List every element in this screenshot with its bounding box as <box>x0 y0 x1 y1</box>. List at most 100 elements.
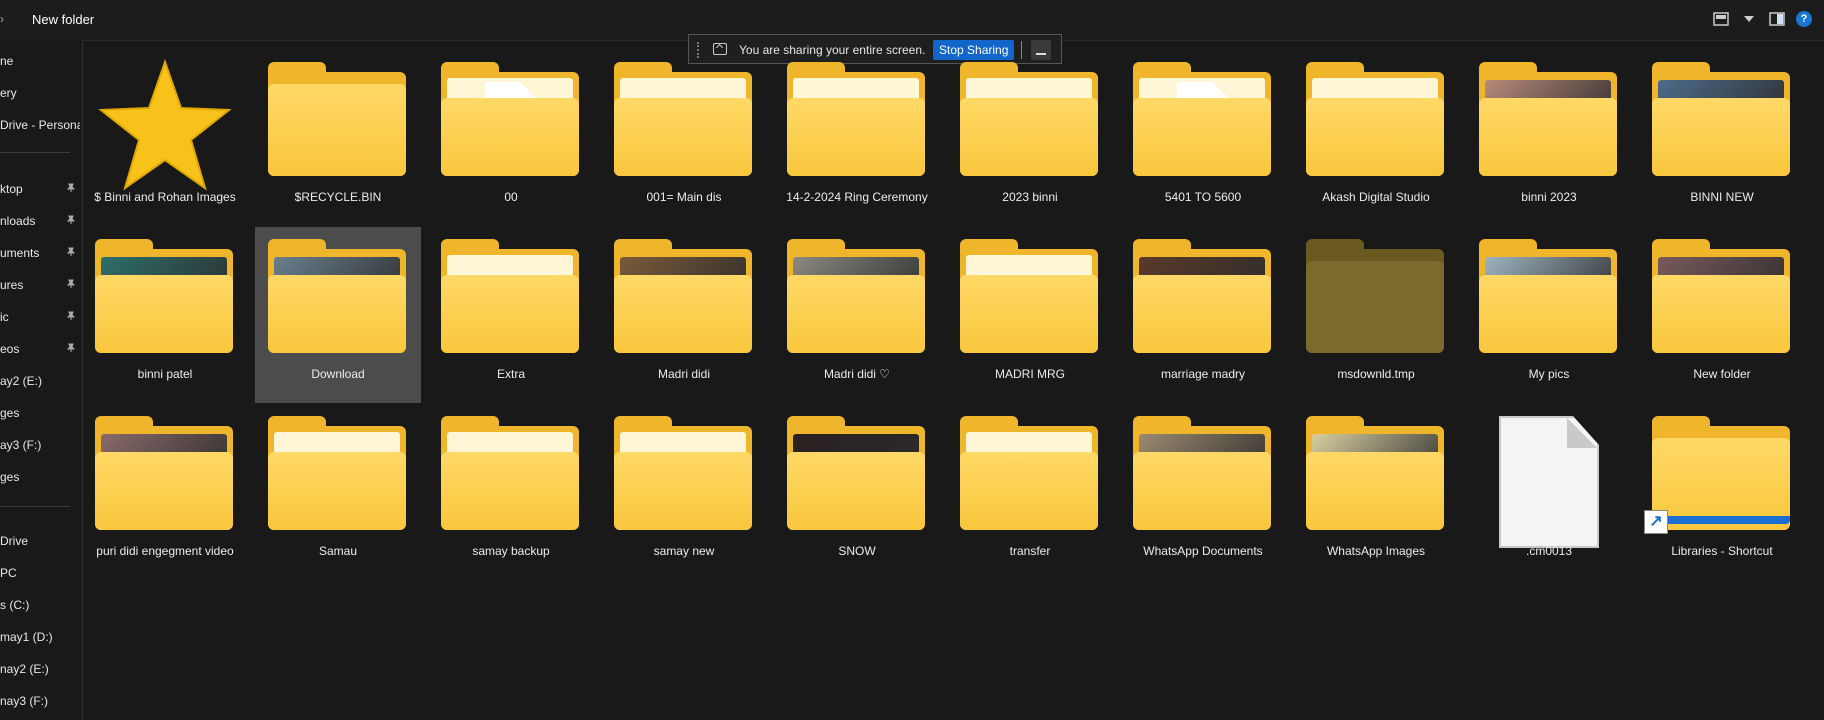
folder-icon <box>1479 235 1619 353</box>
pin-icon <box>66 279 76 288</box>
file-item[interactable]: puri didi engegment video <box>82 404 248 580</box>
sidebar-item[interactable]: ktop <box>0 178 80 202</box>
file-name: Samau <box>318 544 358 558</box>
folder-icon <box>960 58 1100 176</box>
sidebar-item[interactable]: ay3 (F:) <box>0 434 80 458</box>
sidebar-item-label: ay2 (E:) <box>0 374 43 388</box>
file-name: samay new <box>653 544 715 558</box>
file-item[interactable]: ↗ Libraries - Shortcut <box>1639 404 1805 580</box>
folder-icon <box>1133 412 1273 530</box>
sidebar-item[interactable]: nloads <box>0 210 80 234</box>
file-item[interactable]: SNOW <box>774 404 940 580</box>
library-folder-icon: ↗ <box>1644 412 1792 534</box>
file-item[interactable]: Extra <box>428 227 594 403</box>
folder-icon <box>960 235 1100 353</box>
file-item[interactable]: 2023 binni <box>947 50 1113 226</box>
sidebar-item[interactable]: s (C:) <box>0 594 80 618</box>
sidebar-item[interactable]: nay2 (E:) <box>0 658 80 682</box>
file-item[interactable]: 001= Main dis <box>601 50 767 226</box>
folder-icon <box>960 412 1100 530</box>
file-item[interactable]: Madri didi ♡ <box>774 227 940 403</box>
view-icon[interactable] <box>1712 10 1730 28</box>
help-icon[interactable]: ? <box>1796 11 1812 27</box>
file-name: 5401 TO 5600 <box>1164 190 1242 204</box>
folder-icon <box>1133 235 1273 353</box>
file-name: Madri didi ♡ <box>823 367 891 381</box>
navigation-pane: ne ery Drive - Persona ktop nloads uments ures… <box>0 40 83 720</box>
file-item[interactable]: binni patel <box>82 227 248 403</box>
file-item[interactable]: MADRI MRG <box>947 227 1113 403</box>
sidebar-item-label: ures <box>0 278 24 292</box>
sidebar-item[interactable]: ges <box>0 402 80 426</box>
toolbar-right: ? <box>1712 10 1812 28</box>
sidebar-item-label: nay3 (F:) <box>0 694 49 708</box>
sidebar-item[interactable]: ne <box>0 50 80 74</box>
sidebar-item[interactable]: Drive <box>0 530 80 554</box>
sidebar-item[interactable]: PC <box>0 562 80 586</box>
sidebar-item[interactable]: ery <box>0 82 80 106</box>
file-item[interactable]: samay backup <box>428 404 594 580</box>
file-item[interactable]: BINNI NEW <box>1639 50 1805 226</box>
file-item[interactable]: 5401 TO 5600 <box>1120 50 1286 226</box>
file-name: MADRI MRG <box>995 367 1065 381</box>
file-item[interactable]: samay new <box>601 404 767 580</box>
window-title: New folder <box>32 12 95 27</box>
file-name: msdownld.tmp <box>1337 367 1415 381</box>
folder-icon <box>614 412 754 530</box>
file-item[interactable]: 14-2-2024 Ring Ceremony <box>774 50 940 226</box>
file-name: 14-2-2024 Ring Ceremony <box>786 190 928 204</box>
folder-icon <box>614 235 754 353</box>
file-item[interactable]: Madri didi <box>601 227 767 403</box>
sidebar-separator <box>0 152 70 153</box>
sidebar-item[interactable]: Drive - Persona <box>0 114 80 138</box>
file-item[interactable]: Samau <box>255 404 421 580</box>
folder-icon <box>1652 58 1792 176</box>
chevron-down-icon[interactable] <box>1740 10 1758 28</box>
folder-icon <box>268 235 408 353</box>
sidebar-item[interactable]: uments <box>0 242 80 266</box>
sidebar-item[interactable]: nay3 (F:) <box>0 690 80 714</box>
file-name: Madri didi <box>657 367 711 381</box>
folder-icon <box>95 235 235 353</box>
sidebar-item-label: s (C:) <box>0 598 30 612</box>
file-item[interactable]: transfer <box>947 404 1113 580</box>
file-item[interactable]: .cm0013 <box>1466 404 1632 580</box>
details-pane-icon[interactable] <box>1768 10 1786 28</box>
sidebar-item[interactable]: ic <box>0 306 80 330</box>
sidebar-item-label: Drive - Persona <box>0 118 80 132</box>
file-item[interactable]: 00 <box>428 50 594 226</box>
file-item[interactable]: Download <box>255 227 421 403</box>
file-name: samay backup <box>472 544 550 558</box>
sidebar-item[interactable]: ures <box>0 274 80 298</box>
file-item[interactable]: WhatsApp Documents <box>1120 404 1286 580</box>
file-item[interactable]: binni 2023 <box>1466 50 1632 226</box>
sidebar-item[interactable]: eos <box>0 338 80 362</box>
file-item[interactable]: $RECYCLE.BIN <box>255 50 421 226</box>
file-item[interactable]: WhatsApp Images <box>1293 404 1459 580</box>
file-name: $ Binni and Rohan Images <box>94 190 236 204</box>
file-item[interactable]: $ Binni and Rohan Images <box>82 50 248 226</box>
star-icon <box>95 58 235 191</box>
sidebar-item-label: nay2 (E:) <box>0 662 49 676</box>
file-item[interactable]: msdownld.tmp <box>1293 227 1459 403</box>
file-item[interactable]: New folder <box>1639 227 1805 403</box>
file-name: marriage madry <box>1160 367 1246 381</box>
file-name: 00 <box>504 190 518 204</box>
file-name: $RECYCLE.BIN <box>294 190 382 204</box>
sidebar-item[interactable]: may1 (D:) <box>0 626 80 650</box>
folder-icon <box>268 412 408 530</box>
file-item[interactable]: My pics <box>1466 227 1632 403</box>
pin-icon <box>66 311 76 320</box>
sidebar-item-label: ktop <box>0 182 23 196</box>
folder-icon <box>787 235 927 353</box>
file-item[interactable]: marriage madry <box>1120 227 1286 403</box>
sidebar-item[interactable]: ay2 (E:) <box>0 370 80 394</box>
back-arrow-icon[interactable]: › <box>0 12 4 26</box>
folder-icon <box>441 58 581 176</box>
file-name: binni 2023 <box>1521 190 1577 204</box>
sidebar-item-label: ic <box>0 310 9 324</box>
sidebar-item-label: ery <box>0 86 17 100</box>
file-item[interactable]: Akash Digital Studio <box>1293 50 1459 226</box>
sidebar-item[interactable]: ges <box>0 466 80 490</box>
shortcut-arrow-icon: ↗ <box>1644 510 1668 534</box>
